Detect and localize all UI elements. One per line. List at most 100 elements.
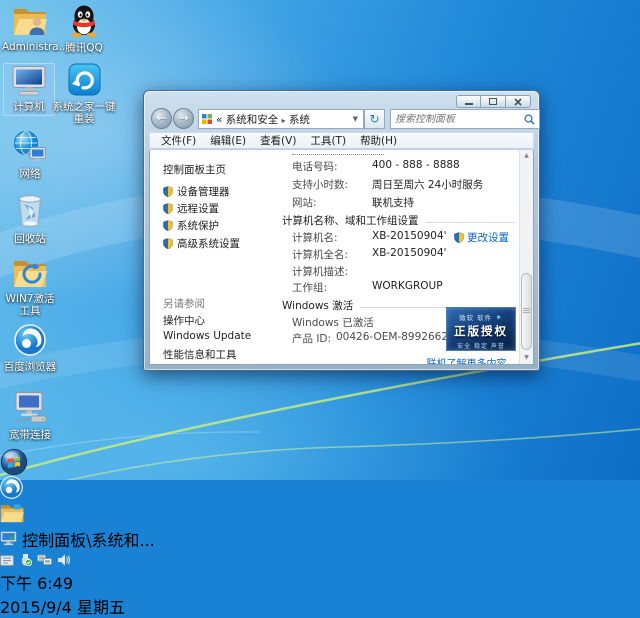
clock-date: 2015/9/4 星期五: [0, 594, 640, 618]
search-box[interactable]: [390, 109, 540, 129]
desktop-icon-broadband-connection[interactable]: 宽带连接: [2, 392, 58, 441]
sidebar-item-control-panel-home[interactable]: 控制面板主页: [163, 162, 226, 177]
clock-time: 下午 6:49: [0, 570, 640, 594]
sidebar-item-action-center[interactable]: 操作中心: [163, 313, 205, 328]
refresh-button[interactable]: ↻: [364, 109, 385, 129]
language-bar-icon[interactable]: [0, 555, 14, 566]
section-rule: [426, 222, 516, 223]
support-hours-label: 支持小时数:: [292, 177, 348, 192]
user-folder-icon: [13, 5, 47, 36]
uac-shield-icon: [454, 232, 464, 243]
onekey-reinstall-icon: [68, 63, 101, 96]
desktop-icon-recycle-bin[interactable]: 回收站: [2, 192, 58, 245]
change-settings-link[interactable]: 更改设置: [467, 230, 509, 245]
maximize-icon: [489, 98, 497, 105]
back-icon: ←: [156, 111, 166, 125]
search-input[interactable]: [391, 114, 524, 125]
safely-remove-hardware-icon[interactable]: [19, 553, 32, 566]
menu-help[interactable]: 帮助(H): [353, 132, 404, 149]
breadcrumb-collapsed-chevron[interactable]: «: [216, 114, 222, 126]
breadcrumb-current[interactable]: 系统: [289, 114, 310, 126]
scroll-up-icon[interactable]: ▲: [520, 150, 533, 162]
desktop-icon-computer[interactable]: 计算机: [3, 63, 55, 116]
menu-view[interactable]: 查看(V): [253, 132, 303, 149]
desktop-icon-label: 宽带连接: [2, 429, 58, 441]
back-button[interactable]: ←: [151, 108, 172, 129]
see-also-header: 另请参阅: [163, 296, 205, 311]
desktop-icon-label: WIN7激活工具: [2, 293, 58, 317]
taskbar-clock[interactable]: 下午 6:49 2015/9/4 星期五: [0, 570, 640, 618]
activation-status: Windows 已激活: [292, 315, 374, 330]
address-bar[interactable]: « 系统和安全 ▸ 系统 ▼: [198, 109, 364, 129]
sidebar-item-label: 远程设置: [177, 201, 219, 216]
uac-shield-icon: [163, 220, 173, 231]
taskbar: 控制面板\系统和... 下午 6:49 2015/9/4 星期五: [0, 448, 640, 480]
vertical-scrollbar[interactable]: ▲ ▼: [519, 150, 533, 364]
badge-star-icon: ✶: [495, 313, 503, 322]
online-support-link[interactable]: 联机支持: [372, 195, 414, 210]
desktop-icon-administrator[interactable]: Administra...: [2, 5, 58, 53]
desktop-icon-qq[interactable]: 腾讯QQ: [56, 4, 112, 54]
phone-row: 电话号码: 400 - 888 - 8888: [292, 159, 515, 173]
sidebar-item-performance-tools[interactable]: 性能信息和工具: [163, 347, 237, 362]
desktop-icon-baidu-browser[interactable]: 百度浏览器: [2, 324, 58, 373]
system-tray: [0, 551, 640, 570]
desktop-icon-label: 百度浏览器: [2, 361, 58, 373]
uac-shield-icon: [163, 238, 173, 249]
genuine-windows-badge[interactable]: 微软 软件 ✶ 正版授权 安全 稳定 声誉: [446, 307, 516, 351]
broadband-connection-icon: [12, 392, 48, 424]
desktop-background: Administra... 腾讯QQ 计算机: [0, 0, 640, 480]
workgroup-label: 工作组:: [292, 280, 327, 295]
network-status-icon[interactable]: [37, 554, 52, 566]
start-button[interactable]: [0, 448, 28, 476]
menu-tools[interactable]: 工具(T): [303, 132, 353, 149]
breadcrumb[interactable]: « 系统和安全 ▸ 系统: [216, 112, 351, 127]
search-icon: [524, 114, 535, 125]
volume-icon[interactable]: [57, 554, 70, 566]
support-hours-value: 周日至周六 24小时服务: [372, 177, 483, 192]
badge-subtitle: 安全 稳定 声誉: [447, 341, 515, 350]
windows-start-orb-icon: [0, 448, 28, 476]
computer-description-label: 计算机描述:: [292, 264, 348, 279]
sidebar-item-remote-settings[interactable]: 远程设置: [163, 201, 219, 216]
baidu-browser-icon: [0, 476, 23, 499]
folder-icon: [0, 503, 24, 523]
sidebar-item-windows-update[interactable]: Windows Update: [163, 330, 251, 342]
desktop-icon-onekey-reinstall[interactable]: 系统之家一键重装: [52, 63, 116, 125]
sidebar-item-advanced-system-settings[interactable]: 高级系统设置: [163, 236, 240, 251]
address-dropdown-icon[interactable]: ▼: [351, 115, 360, 123]
sidebar-item-device-manager[interactable]: 设备管理器: [163, 184, 230, 199]
desktop-icon-network[interactable]: 网络: [2, 130, 58, 180]
forward-button[interactable]: →: [173, 108, 194, 129]
learn-more-link[interactable]: 联机了解更多内容...: [426, 355, 516, 364]
taskbar-explorer-button[interactable]: [0, 503, 640, 527]
navigation-bar: ← → « 系统和安全 ▸ 系统 ▼ ↻: [149, 107, 534, 131]
phone-label: 电话号码:: [292, 159, 338, 174]
qq-penguin-icon: [69, 4, 99, 37]
computer-fullname-label: 计算机全名:: [292, 247, 348, 262]
close-icon: [514, 98, 522, 106]
breadcrumb-root[interactable]: 系统和安全: [226, 114, 279, 126]
scrollbar-thumb[interactable]: [521, 273, 532, 350]
desktop-icon-label: 网络: [2, 168, 58, 180]
taskbar-task-control-panel[interactable]: 控制面板\系统和...: [0, 527, 640, 551]
sidebar-item-label: 设备管理器: [177, 184, 230, 199]
sidebar-item-system-protection[interactable]: 系统保护: [163, 218, 219, 233]
baidu-browser-icon: [14, 324, 46, 356]
breadcrumb-separator-icon: ▸: [282, 116, 286, 125]
computer-name-row: 计算机名: XB-20150904' 更改设置: [292, 230, 515, 244]
computer-fullname-row: 计算机全名: XB-20150904': [292, 247, 515, 261]
computer-fullname-value: XB-20150904': [372, 247, 447, 259]
taskbar-baidu-browser-button[interactable]: [0, 476, 640, 503]
scroll-down-icon[interactable]: ▼: [520, 352, 533, 364]
website-row: 网站: 联机支持: [292, 195, 515, 209]
change-settings[interactable]: 更改设置: [454, 230, 509, 245]
menu-file[interactable]: 文件(F): [154, 132, 203, 149]
refresh-icon: ↻: [369, 112, 379, 126]
phone-value: 400 - 888 - 8888: [372, 159, 460, 171]
recycle-bin-icon: [16, 192, 44, 228]
computer-icon: [0, 531, 17, 546]
menu-edit[interactable]: 编辑(E): [203, 132, 253, 149]
desktop-icon-win7-activation-tool[interactable]: WIN7激活工具: [2, 257, 58, 317]
computer-name-section-header: 计算机名称、域和工作组设置: [282, 213, 515, 228]
